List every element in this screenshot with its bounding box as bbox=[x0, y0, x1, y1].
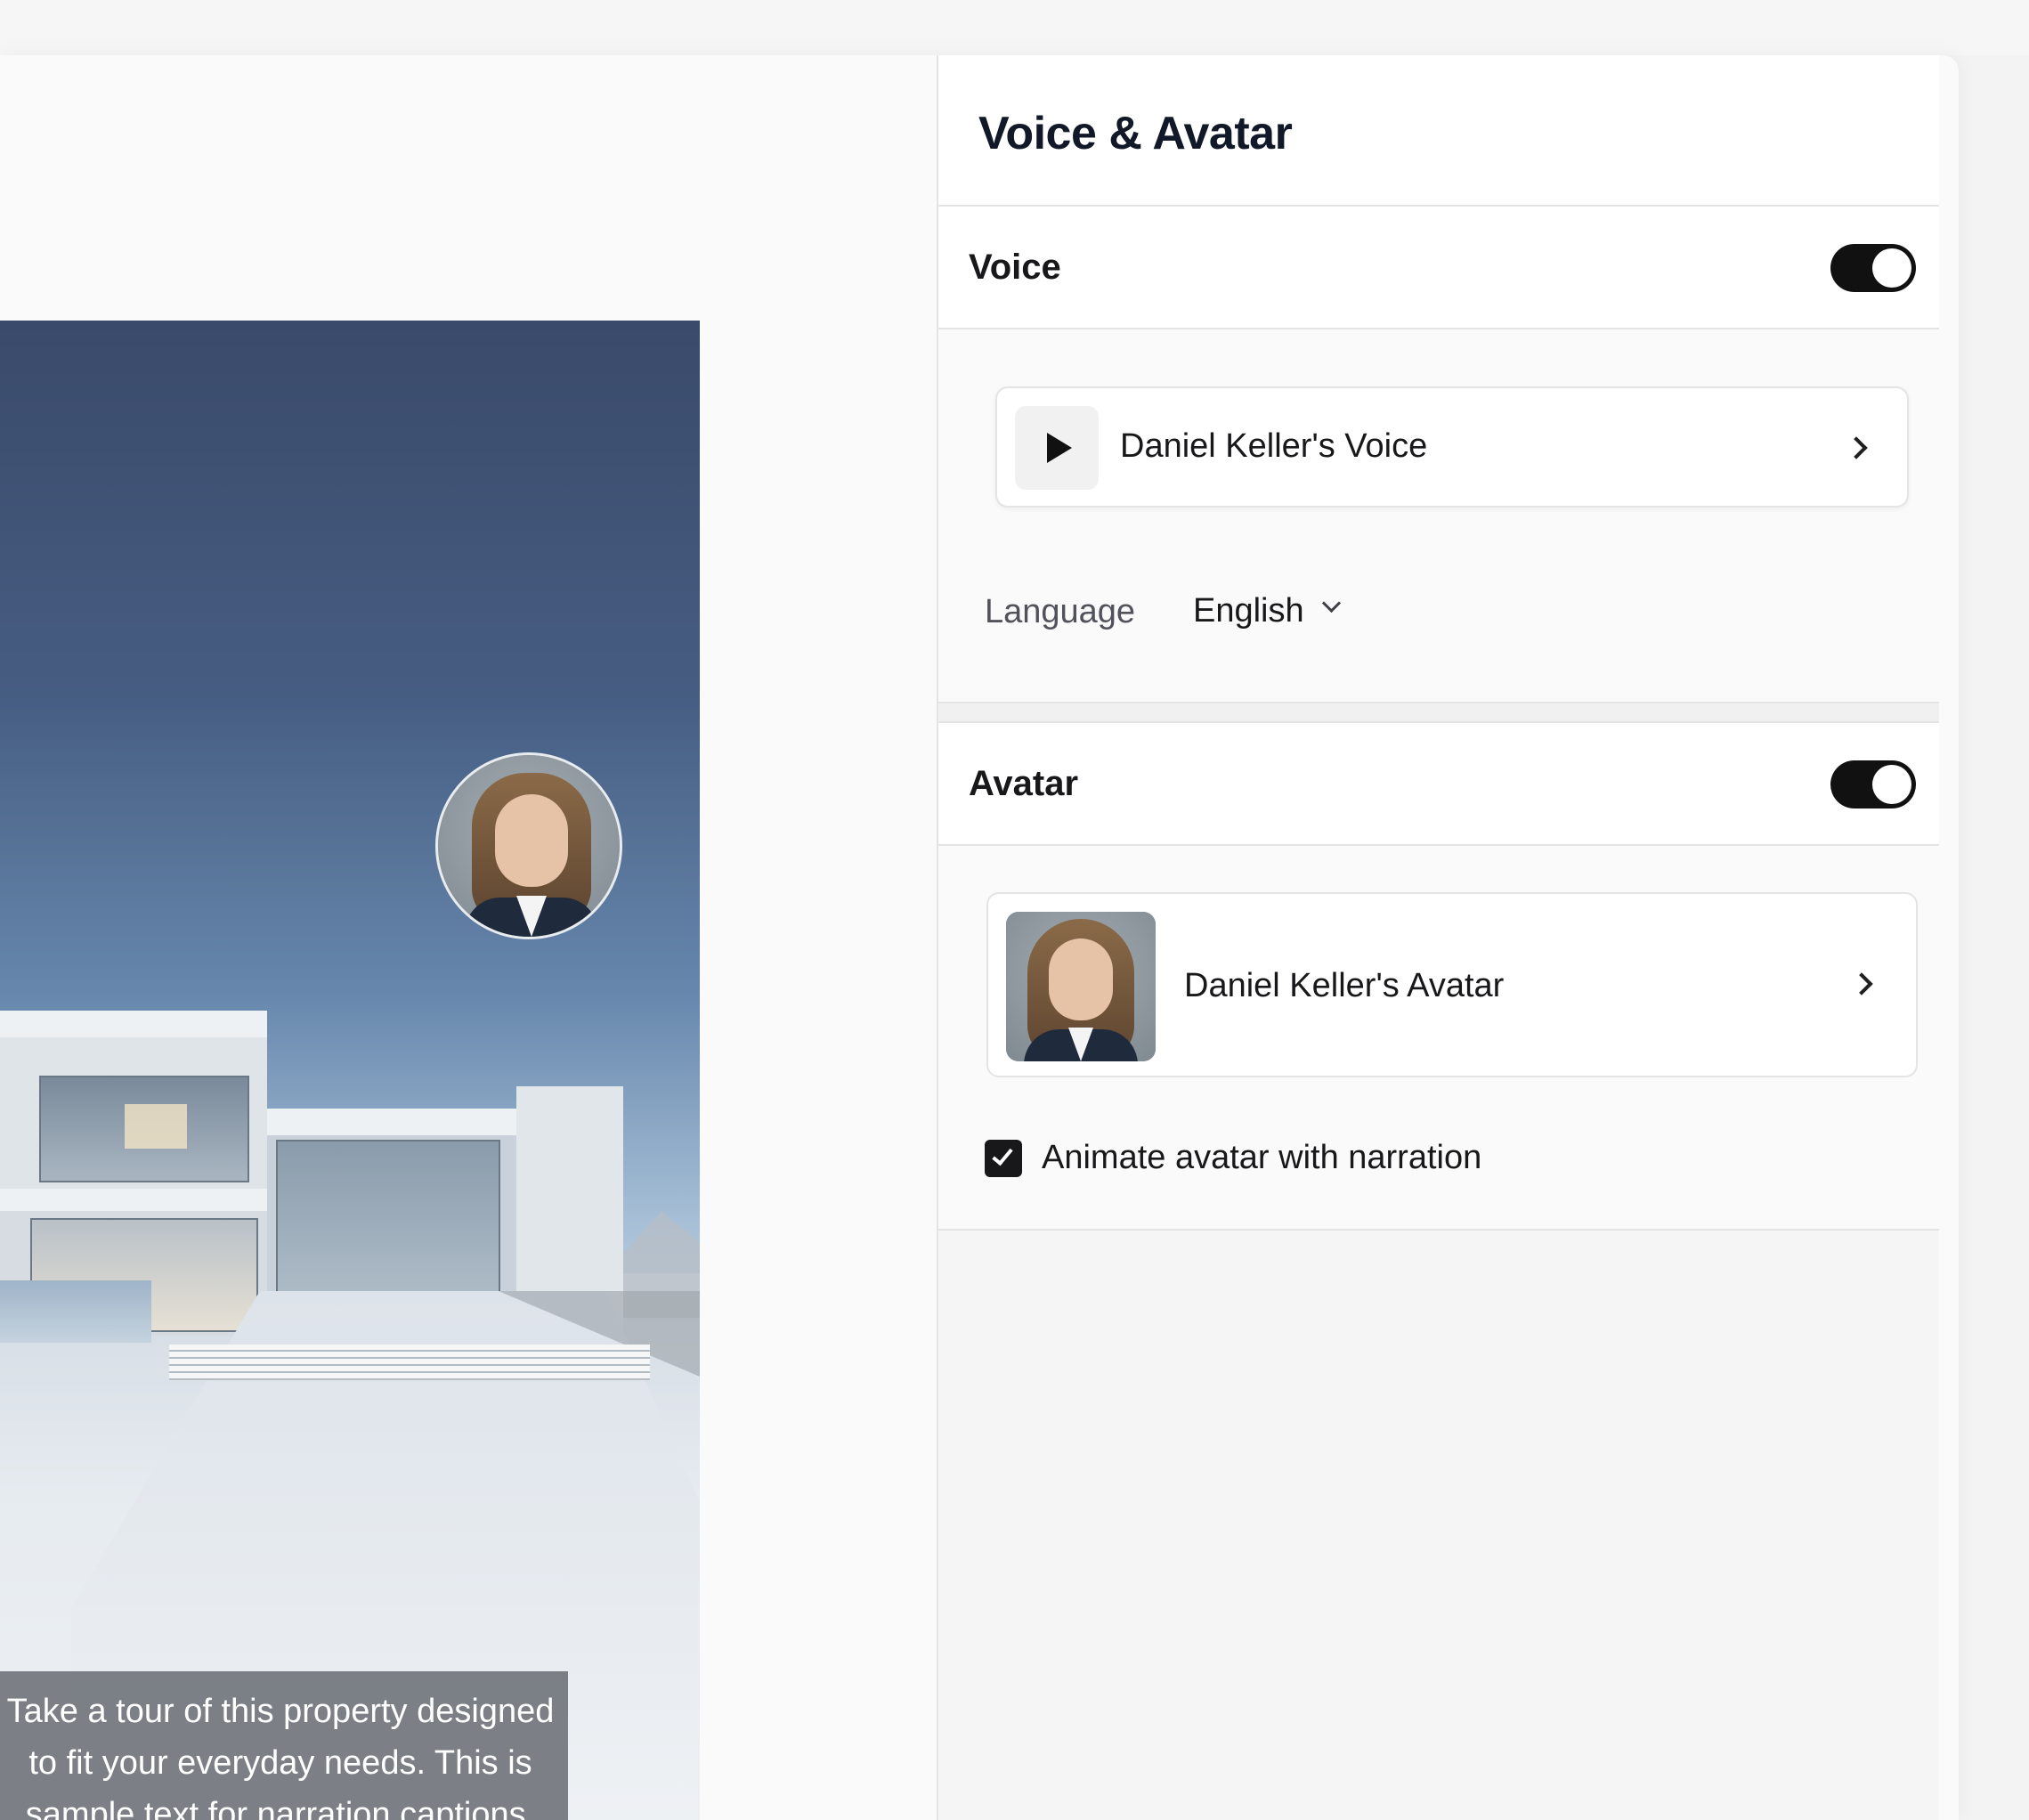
editor-window: Take a tour of this property designed to… bbox=[0, 55, 1959, 1820]
voice-avatar-panel: Voice & Avatar Voice Daniel Keller's Voi… bbox=[937, 55, 1939, 1820]
animate-avatar-label[interactable]: Animate avatar with narration bbox=[1042, 1139, 1481, 1177]
video-preview[interactable]: Take a tour of this property designed to… bbox=[0, 321, 700, 1820]
panel-title: Voice & Avatar bbox=[978, 108, 1293, 159]
caption-line: to fit your everyday needs. This is bbox=[28, 1744, 532, 1782]
scene-pool bbox=[0, 1280, 151, 1343]
avatar-face bbox=[1049, 938, 1113, 1020]
preview-area: Take a tour of this property designed to… bbox=[0, 55, 937, 1820]
panel-header: Voice & Avatar bbox=[938, 55, 1939, 207]
toggle-knob bbox=[1872, 765, 1911, 804]
avatar-toggle[interactable] bbox=[1830, 760, 1916, 808]
scene-steps bbox=[169, 1345, 650, 1380]
voice-section-header: Voice bbox=[938, 207, 1939, 329]
voice-name: Daniel Keller's Voice bbox=[1120, 427, 1428, 465]
scene-building-roof bbox=[0, 1011, 267, 1037]
avatar-selector[interactable]: Daniel Keller's Avatar bbox=[986, 892, 1918, 1077]
voice-section-body: Daniel Keller's Voice Language English bbox=[938, 329, 1939, 703]
caption-line: sample text for narration captions. bbox=[25, 1796, 536, 1820]
play-icon bbox=[1047, 433, 1072, 463]
voice-toggle[interactable] bbox=[1830, 244, 1916, 292]
avatar-overlay[interactable] bbox=[435, 752, 622, 939]
avatar-name: Daniel Keller's Avatar bbox=[1184, 967, 1505, 1004]
avatar-section-body: Daniel Keller's Avatar Animate avatar wi… bbox=[938, 846, 1939, 1231]
chevron-right-icon bbox=[1845, 436, 1868, 459]
check-icon bbox=[992, 1143, 1013, 1166]
toggle-knob bbox=[1872, 248, 1911, 288]
scene-interior-light bbox=[125, 1104, 187, 1149]
chevron-down-icon bbox=[1321, 593, 1341, 613]
voice-section-title: Voice bbox=[969, 248, 1061, 287]
scene-building-slab bbox=[0, 1189, 267, 1212]
voice-selector[interactable]: Daniel Keller's Voice bbox=[995, 386, 1909, 508]
avatar-thumbnail bbox=[1006, 912, 1156, 1061]
avatar-section-title: Avatar bbox=[969, 764, 1079, 803]
caption-line: Take a tour of this property designed bbox=[6, 1693, 555, 1730]
chevron-right-icon bbox=[1850, 972, 1873, 995]
avatar-face bbox=[495, 794, 568, 887]
animate-avatar-checkbox[interactable] bbox=[985, 1140, 1022, 1177]
language-value: English bbox=[1193, 592, 1304, 630]
scene-building-wing-roof bbox=[267, 1109, 516, 1135]
narration-caption: Take a tour of this property designed to… bbox=[0, 1671, 568, 1820]
avatar-section-header: Avatar bbox=[938, 723, 1939, 846]
language-label: Language bbox=[985, 593, 1136, 630]
play-voice-button[interactable] bbox=[1015, 406, 1099, 490]
language-dropdown[interactable]: English bbox=[1193, 584, 1349, 638]
top-bar bbox=[0, 0, 2029, 55]
section-divider bbox=[938, 703, 1939, 723]
